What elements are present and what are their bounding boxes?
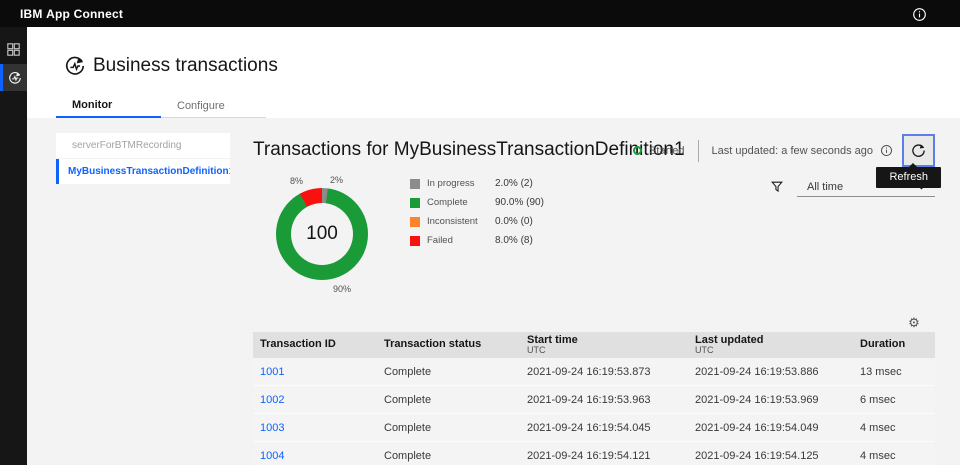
tab-monitor[interactable]: Monitor [56, 94, 161, 118]
legend-label: Failed [427, 235, 495, 246]
info-icon [912, 7, 927, 22]
page-content: Business transactions Monitor Configure … [27, 27, 960, 465]
definition-list: serverForBTMRecording MyBusinessTransact… [56, 133, 230, 184]
legend-label: Complete [427, 197, 495, 208]
started-status-label: Started [649, 145, 684, 157]
column-header: Last updatedUTC [688, 335, 853, 356]
callout-in-progress: 2% [330, 175, 343, 185]
business-transactions-icon [8, 71, 22, 85]
refresh-tooltip: Refresh [876, 167, 941, 188]
legend-item[interactable]: In progress2.0% (2) [410, 178, 544, 189]
last-updated: 2021-09-24 16:19:54.049 [688, 422, 853, 434]
nav-dashboard-button[interactable] [0, 36, 27, 63]
help-info-button[interactable] [911, 6, 927, 22]
column-header: Transaction status [377, 339, 520, 351]
legend-swatch [410, 179, 420, 189]
page-title: Business transactions [93, 55, 278, 77]
legend-value: 2.0% (2) [495, 178, 533, 189]
legend-label: In progress [427, 178, 495, 189]
legend-swatch [410, 236, 420, 246]
transaction-id-link[interactable]: 1002 [253, 394, 377, 406]
table-header: Transaction IDTransaction statusStart ti… [253, 332, 935, 358]
started-status-icon [633, 146, 642, 155]
dashboard-icon [7, 43, 20, 56]
legend-swatch [410, 198, 420, 208]
column-header: Transaction ID [253, 339, 377, 351]
transaction-id-link[interactable]: 1003 [253, 422, 377, 434]
divider [698, 140, 699, 162]
table-row: 1004Complete2021-09-24 16:19:54.1212021-… [253, 442, 935, 465]
refresh-button[interactable] [902, 134, 935, 167]
last-updated-text: Last updated: a few seconds ago [712, 145, 873, 157]
transaction-status: Complete [377, 450, 520, 462]
legend-value: 8.0% (8) [495, 235, 533, 246]
legend-swatch [410, 217, 420, 227]
legend-item[interactable]: Failed8.0% (8) [410, 235, 544, 246]
legend-item[interactable]: Inconsistent0.0% (0) [410, 216, 544, 227]
transaction-id-link[interactable]: 1001 [253, 366, 377, 378]
list-item-definition-selected[interactable]: MyBusinessTransactionDefinition1 [56, 159, 230, 184]
duration: 13 msec [853, 366, 935, 378]
last-updated: 2021-09-24 16:19:54.125 [688, 450, 853, 462]
transactions-heading: Transactions for MyBusinessTransactionDe… [253, 139, 685, 161]
refresh-icon [911, 143, 926, 158]
transaction-id-link[interactable]: 1004 [253, 450, 377, 462]
duration: 4 msec [853, 450, 935, 462]
transaction-status: Complete [377, 394, 520, 406]
legend-item[interactable]: Complete90.0% (90) [410, 197, 544, 208]
legend-label: Inconsistent [427, 216, 495, 227]
start-time: 2021-09-24 16:19:53.873 [520, 366, 688, 378]
column-header: Start timeUTC [520, 335, 688, 356]
app-header: IBM App Connect [0, 0, 960, 27]
donut-hole: 100 [291, 203, 353, 265]
table-row: 1002Complete2021-09-24 16:19:53.9632021-… [253, 386, 935, 414]
table-body: 1001Complete2021-09-24 16:19:53.8732021-… [253, 358, 935, 465]
chart-legend: In progress2.0% (2)Complete90.0% (90)Inc… [410, 178, 544, 254]
filter-funnel-icon [770, 180, 784, 196]
start-time: 2021-09-24 16:19:54.121 [520, 450, 688, 462]
brand-ibm: IBM [20, 7, 43, 21]
start-time: 2021-09-24 16:19:54.045 [520, 422, 688, 434]
transaction-status: Complete [377, 366, 520, 378]
transaction-status: Complete [377, 422, 520, 434]
gear-icon: ⚙ [908, 315, 920, 330]
nav-business-transactions-button[interactable] [0, 64, 27, 91]
callout-failed: 8% [290, 176, 303, 186]
status-bar: Started Last updated: a few seconds ago [633, 134, 935, 167]
business-transactions-title-icon [64, 55, 86, 77]
callout-complete: 90% [333, 284, 351, 294]
donut-total: 100 [306, 223, 338, 245]
filter-button[interactable] [770, 180, 786, 196]
app-title: IBM App Connect [20, 7, 123, 21]
legend-value: 0.0% (0) [495, 216, 533, 227]
last-updated: 2021-09-24 16:19:53.969 [688, 394, 853, 406]
list-item-server[interactable]: serverForBTMRecording [56, 133, 230, 158]
last-updated-info-icon[interactable] [880, 144, 893, 157]
donut-chart-wrap: 100 2% 8% 90% [276, 188, 368, 280]
donut-chart: 100 [276, 188, 368, 280]
table-row: 1001Complete2021-09-24 16:19:53.8732021-… [253, 358, 935, 386]
time-range-value: All time [797, 181, 843, 193]
tab-configure[interactable]: Configure [161, 94, 266, 118]
table-settings-button[interactable]: ⚙ [905, 314, 923, 332]
tab-bar: Monitor Configure [56, 94, 266, 118]
duration: 4 msec [853, 422, 935, 434]
table-row: 1003Complete2021-09-24 16:19:54.0452021-… [253, 414, 935, 442]
transactions-table: Transaction IDTransaction statusStart ti… [253, 332, 935, 465]
legend-value: 90.0% (90) [495, 197, 544, 208]
start-time: 2021-09-24 16:19:53.963 [520, 394, 688, 406]
last-updated: 2021-09-24 16:19:53.886 [688, 366, 853, 378]
brand-product: App Connect [46, 7, 123, 21]
duration: 6 msec [853, 394, 935, 406]
left-nav-rail [0, 27, 27, 465]
column-header: Duration [853, 339, 935, 351]
